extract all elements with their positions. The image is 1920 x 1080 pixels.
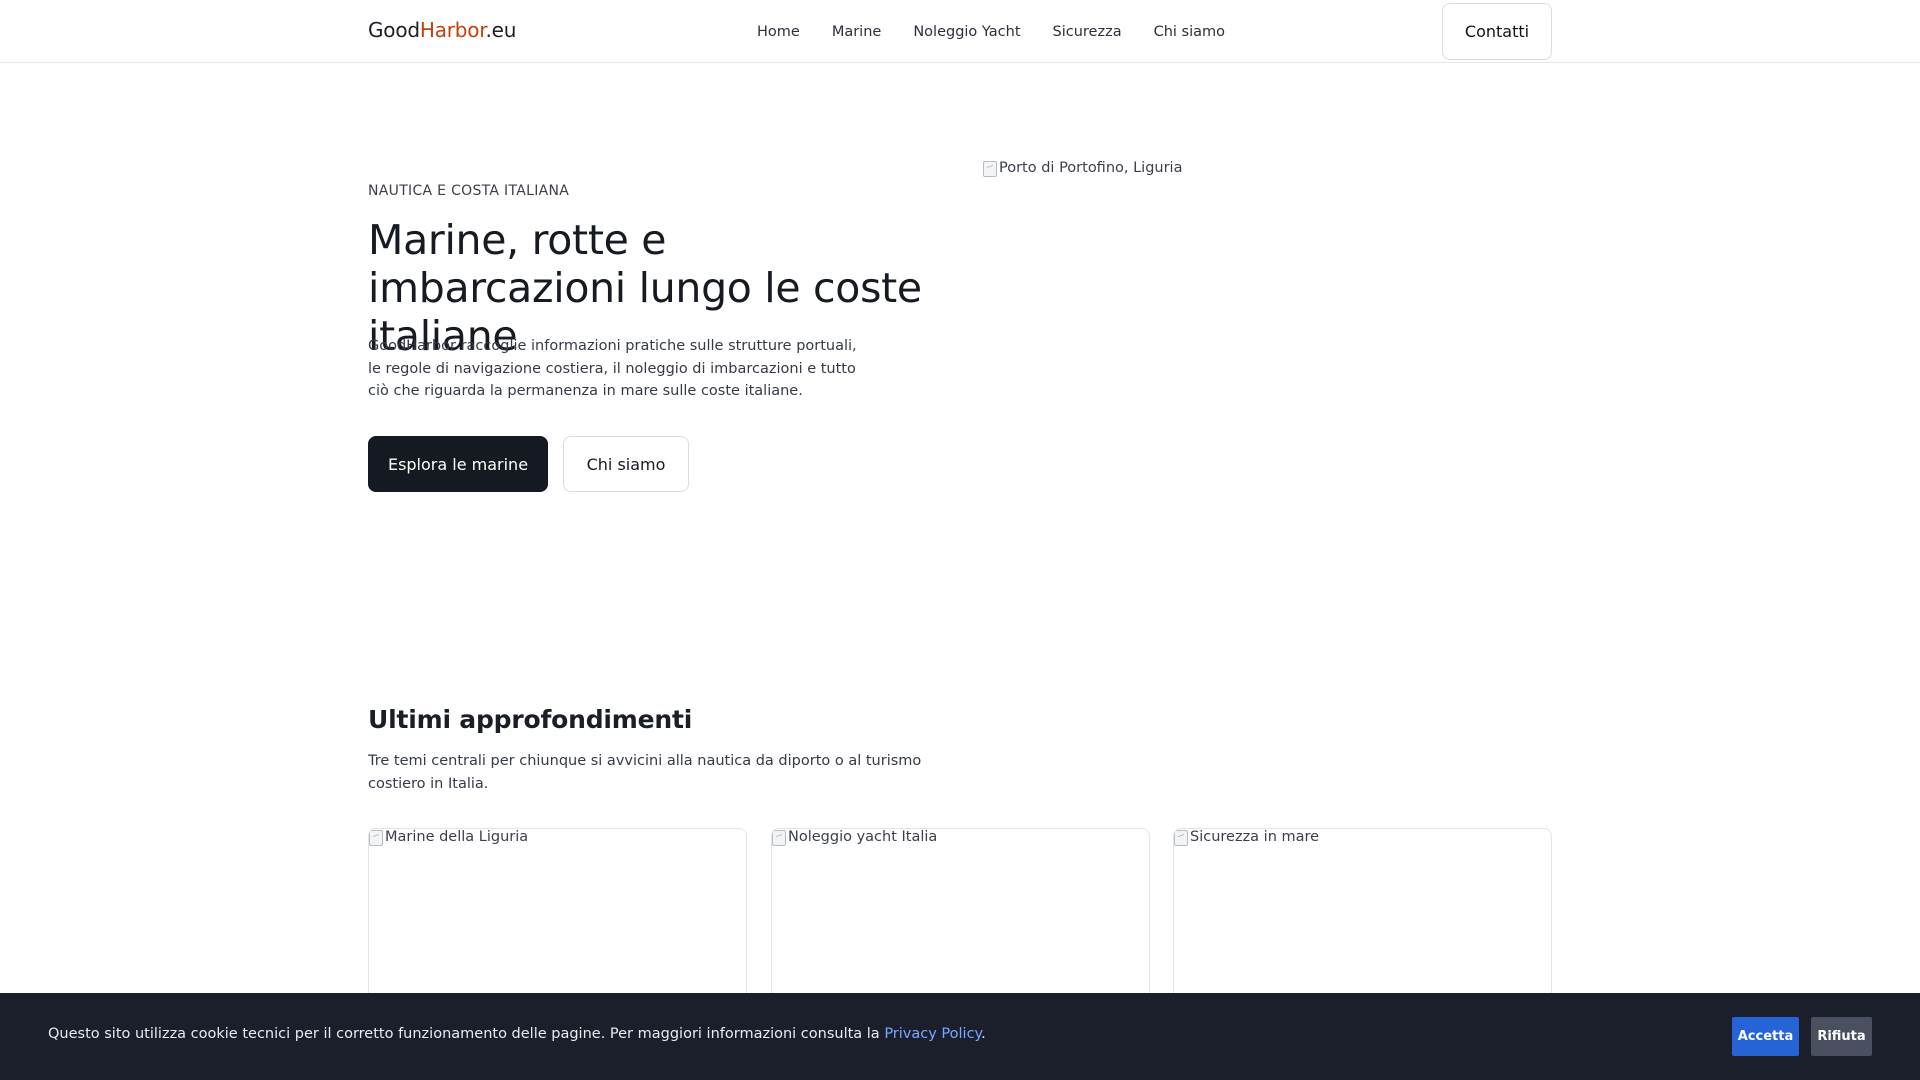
hero-image-placeholder: Porto di Portofino, Liguria [983,160,1553,177]
privacy-policy-link[interactable]: Privacy Policy [884,1026,981,1042]
hero-image-alt: Porto di Portofino, Liguria [999,160,1183,176]
hero-image: Porto di Portofino, Liguria [983,160,1553,540]
card-image-alt: Sicurezza in mare [1190,829,1320,845]
nav-marine[interactable]: Marine [832,24,882,40]
card-image-alt: Marine della Liguria [385,829,529,845]
accept-cookies-button[interactable]: Accetta [1732,1017,1799,1056]
hero-description: GoodHarbor raccoglie informazioni pratic… [368,338,857,399]
reject-cookies-button[interactable]: Rifiuta [1811,1017,1872,1056]
nav-noleggio-yacht[interactable]: Noleggio Yacht [913,24,1020,40]
logo-good: Good [368,18,420,42]
hero-eyebrow: NAUTICA E COSTA ITALIANA [368,183,570,199]
card-image-alt: Noleggio yacht Italia [788,829,938,845]
cookie-suffix: . [981,1026,986,1042]
site-logo[interactable]: GoodHarbor.eu [368,18,516,42]
site-header: GoodHarbor.eu Home Marine Noleggio Yacht… [0,0,1920,63]
card-image-placeholder: Sicurezza in mare [1174,829,1551,846]
about-us-button[interactable]: Chi siamo [563,436,689,492]
broken-image-icon [983,161,997,177]
card-image-placeholder: Noleggio yacht Italia [772,829,1149,846]
logo-domain: .eu [485,18,517,42]
nav-chi-siamo[interactable]: Chi siamo [1154,24,1225,40]
broken-image-icon [772,830,786,846]
cookie-banner: Questo sito utilizza cookie tecnici per … [0,993,1920,1080]
broken-image-icon [369,830,383,846]
cookie-text: Questo sito utilizza cookie tecnici per … [48,1026,986,1042]
section-description: Tre temi centrali per chiunque si avvici… [368,753,922,792]
broken-image-icon [1174,830,1188,846]
nav-home[interactable]: Home [757,24,800,40]
nav-sicurezza[interactable]: Sicurezza [1053,24,1122,40]
cookie-message: Questo sito utilizza cookie tecnici per … [48,1026,885,1042]
explore-marine-button[interactable]: Esplora le marine [368,436,548,492]
card-image-placeholder: Marine della Liguria [369,829,746,846]
logo-harbor: Harbor [419,18,486,42]
main-nav: Home Marine Noleggio Yacht Sicurezza Chi… [757,0,1257,63]
contact-button[interactable]: Contatti [1442,3,1552,60]
section-title: Ultimi approfondimenti [368,705,693,734]
